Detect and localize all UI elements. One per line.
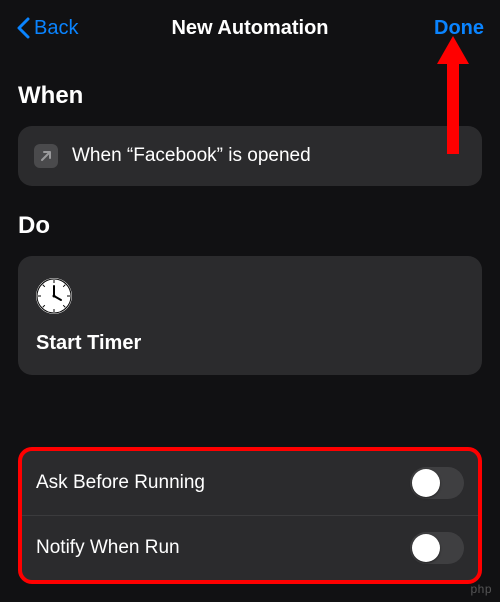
toggle-knob <box>412 469 440 497</box>
do-card[interactable]: Start Timer <box>18 256 482 375</box>
option-ask-label: Ask Before Running <box>36 472 205 494</box>
clock-icon <box>36 278 72 314</box>
when-card[interactable]: When “Facebook” is opened <box>18 126 482 186</box>
option-notify-when-run: Notify When Run <box>22 515 478 580</box>
nav-header: Back New Automation Done <box>0 0 500 56</box>
toggle-knob <box>412 534 440 562</box>
toggle-notify-when-run[interactable] <box>410 532 464 564</box>
when-row: When “Facebook” is opened <box>34 144 466 168</box>
open-app-icon <box>34 144 58 168</box>
do-action-title: Start Timer <box>36 332 464 355</box>
options-card: Ask Before Running Notify When Run <box>18 447 482 584</box>
option-ask-before-running: Ask Before Running <box>22 451 478 515</box>
section-when-label: When <box>18 82 482 110</box>
done-button[interactable]: Done <box>434 17 484 40</box>
option-notify-label: Notify When Run <box>36 537 180 559</box>
watermark: php <box>470 582 492 596</box>
chevron-left-icon <box>16 17 30 39</box>
section-do-label: Do <box>18 212 482 240</box>
back-label: Back <box>34 17 78 40</box>
main-content: When When “Facebook” is opened Do <box>0 82 500 375</box>
toggle-ask-before-running[interactable] <box>410 467 464 499</box>
back-button[interactable]: Back <box>16 17 78 40</box>
when-trigger-text: When “Facebook” is opened <box>72 145 311 167</box>
